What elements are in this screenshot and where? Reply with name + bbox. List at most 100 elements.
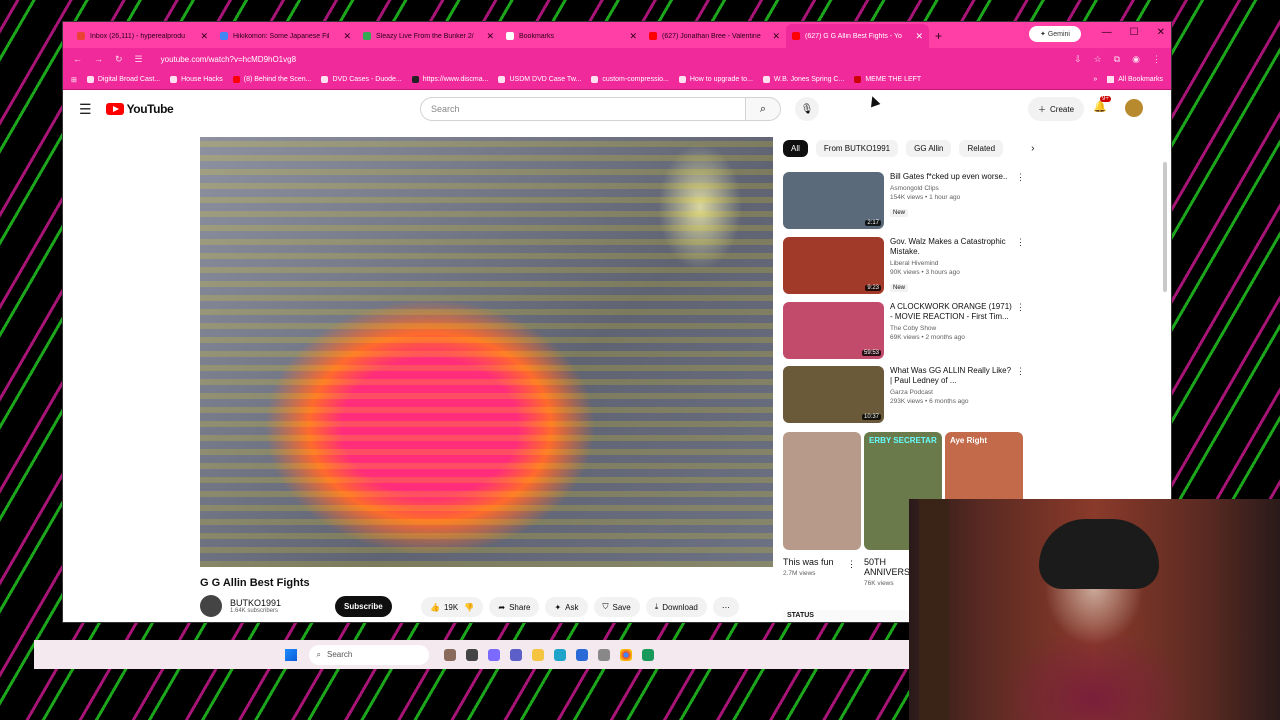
short-thumbnail[interactable] — [783, 432, 861, 550]
bookmark-item[interactable]: House Hacks — [170, 76, 223, 83]
tab-gg-allin[interactable]: (627) G G Allin Best Fights - Yo ✕ — [786, 24, 929, 48]
rec-channel[interactable]: Garza Podcast — [890, 389, 1025, 396]
avatar[interactable] — [1125, 99, 1143, 117]
recommendation-item[interactable]: 9:23 Gov. Walz Makes a Catastrophic Mist… — [783, 237, 1025, 294]
bookmark-item[interactable]: custom-compressio... — [591, 76, 669, 83]
tab-sleazy-live[interactable]: Sleazy Live From the Bunker 2/✕ — [357, 24, 500, 48]
minimize-icon[interactable]: — — [1102, 27, 1112, 38]
short-title[interactable]: 50TH ANNIVERS — [864, 557, 914, 577]
more-actions-button[interactable]: ⋯ — [712, 597, 739, 617]
search-input[interactable]: Search — [420, 97, 746, 121]
app-icon[interactable] — [641, 648, 654, 661]
close-icon[interactable]: ✕ — [486, 31, 494, 42]
chevron-right-icon[interactable]: › — [1031, 143, 1034, 154]
rec-thumbnail-peek[interactable]: STATUS — [783, 610, 909, 622]
more-vert-icon[interactable]: ⋮ — [1016, 237, 1025, 248]
chip-related[interactable]: Related — [959, 140, 1004, 157]
gemini-button[interactable]: ✦ Gemini — [1029, 26, 1081, 42]
forward-icon[interactable]: → — [94, 54, 103, 64]
close-icon[interactable]: ✕ — [343, 31, 351, 42]
scrollbar[interactable] — [1163, 162, 1167, 292]
new-tab-button[interactable]: + — [935, 24, 942, 48]
rec-title[interactable]: A CLOCKWORK ORANGE (1971) - MOVIE REACTI… — [890, 302, 1025, 322]
rec-channel[interactable]: The Coby Show — [890, 325, 1025, 332]
back-icon[interactable]: ← — [73, 54, 82, 64]
taskbar-search[interactable]: ⌕ Search — [308, 644, 429, 665]
close-icon[interactable]: ✕ — [629, 31, 637, 42]
more-vert-icon[interactable]: ⋮ — [1016, 302, 1025, 313]
channel-avatar[interactable] — [200, 595, 222, 617]
video-thumbnail[interactable]: 9:23 — [783, 237, 884, 294]
chip-gg-allin[interactable]: GG Allin — [906, 140, 952, 157]
chip-from-channel[interactable]: From BUTKO1991 — [815, 140, 899, 157]
task-view-icon[interactable] — [465, 648, 478, 661]
tab-hikikomori[interactable]: Hikikomori: Some Japanese Fil ✕ — [214, 24, 357, 48]
teams-icon[interactable] — [509, 648, 522, 661]
video-thumbnail[interactable]: 10:37 — [783, 366, 884, 423]
rec-channel[interactable]: Liberal Hivemind — [890, 260, 1025, 267]
copilot-icon[interactable] — [487, 648, 500, 661]
rec-title[interactable]: Gov. Walz Makes a Catastrophic Mistake. — [890, 237, 1025, 257]
widgets-icon[interactable] — [443, 648, 456, 661]
close-window-icon[interactable]: ✕ — [1157, 27, 1165, 38]
extensions-icon[interactable]: ⧉ — [1114, 54, 1120, 65]
like-button[interactable]: 👍 19K 👎 — [421, 597, 484, 617]
edge-icon[interactable] — [553, 648, 566, 661]
bookmark-item[interactable]: DVD Cases - Duode... — [321, 76, 402, 83]
tab-bookmarks[interactable]: Bookmarks ✕ — [500, 24, 643, 48]
channel-name[interactable]: BUTKO1991 — [230, 598, 281, 608]
more-vert-icon[interactable]: ⋮ — [1016, 366, 1025, 377]
video-thumbnail[interactable]: 59:53 — [783, 302, 884, 359]
bookmark-star-icon[interactable]: ☆ — [1094, 54, 1102, 65]
bookmark-item[interactable]: https://www.discma... — [411, 76, 488, 83]
apps-icon[interactable]: ⊞ — [71, 76, 77, 84]
site-info-icon[interactable]: ☰ — [135, 54, 143, 65]
bookmark-item[interactable]: USDM DVD Case Tw... — [498, 76, 581, 83]
bookmark-item[interactable]: (8) Behind the Scen... — [232, 76, 311, 83]
more-vert-icon[interactable]: ⋮ — [847, 559, 856, 570]
install-icon[interactable]: ⇩ — [1074, 54, 1082, 65]
all-bookmarks-button[interactable]: » All Bookmarks — [1093, 76, 1163, 83]
bookmark-item[interactable]: Digital Broad Cast... — [86, 76, 160, 83]
store-icon[interactable] — [575, 648, 588, 661]
reload-icon[interactable]: ↻ — [115, 54, 123, 65]
rec-title[interactable]: What Was GG ALLIN Really Like? | Paul Le… — [890, 366, 1025, 386]
close-icon[interactable]: ✕ — [915, 31, 923, 42]
url-field[interactable]: youtube.com/watch?v=hcMD9hO1vg8 — [161, 55, 1062, 64]
bookmark-item[interactable]: MEME THE LEFT — [854, 76, 921, 83]
subscribe-button[interactable]: Subscribe — [335, 595, 392, 617]
gemini-icon: ✦ — [1040, 31, 1048, 38]
share-button[interactable]: ➦ Share — [489, 597, 540, 617]
video-player[interactable] — [200, 137, 773, 567]
thumbs-down-icon[interactable]: 👎 — [462, 603, 474, 612]
voice-search-button[interactable]: 🎙 — [795, 97, 819, 121]
settings-icon[interactable] — [597, 648, 610, 661]
recommendation-item[interactable]: 59:53 A CLOCKWORK ORANGE (1971) - MOVIE … — [783, 302, 1025, 359]
menu-icon[interactable]: ⋮ — [1152, 54, 1161, 65]
more-vert-icon[interactable]: ⋮ — [1016, 172, 1025, 183]
chip-all[interactable]: All — [783, 140, 808, 157]
bookmark-item[interactable]: W.B. Jones Spring C... — [762, 76, 844, 83]
file-explorer-icon[interactable] — [531, 648, 544, 661]
maximize-icon[interactable]: ☐ — [1130, 27, 1139, 38]
video-thumbnail[interactable]: 2:17 — [783, 172, 884, 229]
create-button[interactable]: ＋ Create — [1028, 97, 1085, 121]
youtube-logo[interactable]: YouTube — [105, 102, 174, 116]
rec-title[interactable]: Bill Gates f*cked up even worse.. — [890, 172, 1025, 182]
profile-icon[interactable]: ◉ — [1132, 54, 1140, 65]
chrome-icon[interactable] — [619, 648, 632, 661]
tab-gmail[interactable]: Inbox (26,111) - hyperealprodu ✕ — [71, 24, 214, 48]
bookmark-item[interactable]: How to upgrade to... — [678, 76, 753, 83]
windows-start-icon[interactable] — [284, 648, 297, 661]
recommendation-item[interactable]: 10:37 What Was GG ALLIN Really Like? | P… — [783, 366, 1025, 423]
save-button[interactable]: ⛉ Save — [593, 597, 640, 617]
ask-button[interactable]: ✦ Ask — [545, 597, 588, 617]
close-icon[interactable]: ✕ — [200, 31, 208, 42]
tab-jonathan-bree[interactable]: (627) Jonathan Bree - Valentine ✕ — [643, 24, 786, 48]
download-button[interactable]: ⤓ Download — [645, 597, 707, 617]
close-icon[interactable]: ✕ — [772, 31, 780, 42]
menu-hamburger-icon[interactable]: ☰ — [79, 101, 92, 118]
search-button[interactable]: ⌕ — [745, 97, 781, 121]
rec-channel[interactable]: Asmongold Clips — [890, 185, 1025, 192]
recommendation-item[interactable]: 2:17 Bill Gates f*cked up even worse.. A… — [783, 172, 1025, 229]
